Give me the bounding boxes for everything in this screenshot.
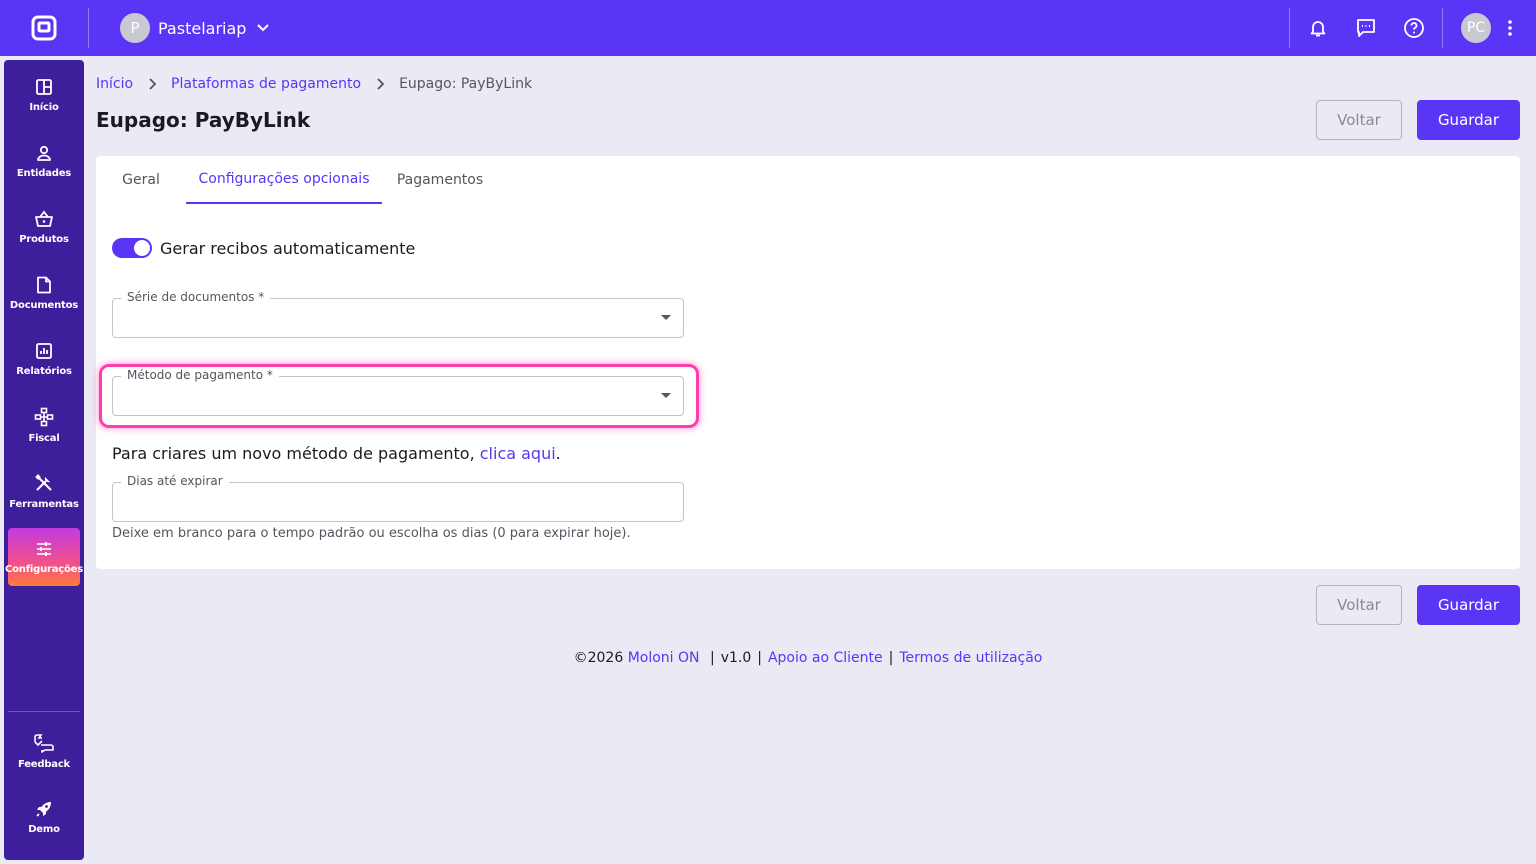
sidebar-divider (8, 711, 80, 712)
sidebar-item-relatorios[interactable]: Relatórios (8, 330, 80, 388)
basket-icon (35, 210, 53, 227)
company-selector[interactable]: P Pastelariap (120, 12, 270, 44)
user-avatar[interactable]: PC (1461, 13, 1491, 43)
sidebar-item-label: Ferramentas (9, 498, 79, 510)
new-method-text: Para criares um novo método de pagamento… (112, 444, 480, 463)
sidebar-item-label: Relatórios (16, 365, 72, 377)
settings-card: Geral Configurações opcionais Pagamentos… (96, 156, 1520, 569)
toggle-knob (134, 240, 150, 256)
rocket-icon (36, 801, 51, 817)
breadcrumb-parent-link[interactable]: Plataformas de pagamento (171, 76, 361, 92)
sidebar-item-label: Feedback (17, 758, 71, 770)
sidebar-item-fiscal[interactable]: Fiscal (8, 396, 80, 454)
sliders-icon (37, 541, 51, 556)
hierarchy-icon (34, 407, 54, 426)
help-icon[interactable] (1400, 14, 1428, 42)
tools-icon (35, 473, 52, 491)
sidebar-item-entidades[interactable]: Entidades (8, 132, 80, 190)
days-to-expire-input[interactable]: Dias até expirar (112, 474, 684, 522)
footer-support-link[interactable]: Apoio ao Cliente (768, 650, 883, 666)
kebab-menu-icon[interactable] (1500, 14, 1520, 42)
topbar-divider (88, 8, 89, 48)
footer-separator: | (709, 650, 715, 666)
sidebar-item-feedback[interactable]: Feedback (8, 722, 80, 780)
payment-method-select[interactable]: Método de pagamento * (112, 368, 684, 416)
document-series-label: Série de documentos * (121, 290, 271, 304)
auto-receipts-row: Gerar recibos automaticamente (112, 236, 415, 260)
new-method-link[interactable]: clica aqui (480, 444, 556, 463)
tab-geral[interactable]: Geral (110, 156, 172, 204)
sidebar-item-ferramentas[interactable]: Ferramentas (8, 462, 80, 520)
sidebar-item-documentos[interactable]: Documentos (8, 264, 80, 322)
footer-brand-link[interactable]: Moloni ON (628, 650, 700, 666)
days-hint: Deixe em branco para o tempo padrão ou e… (112, 526, 631, 541)
sidebar-item-label: Demo (28, 823, 60, 835)
sidebar-item-label: Início (29, 101, 59, 113)
back-button[interactable]: Voltar (1316, 100, 1402, 140)
chevron-right-icon (147, 78, 157, 90)
topbar-divider (1289, 8, 1290, 48)
top-bar: P Pastelariap PC (0, 0, 1536, 56)
footer-separator: | (888, 650, 894, 666)
breadcrumb-home-link[interactable]: Início (96, 76, 133, 92)
back-button-bottom[interactable]: Voltar (1316, 585, 1402, 625)
footer-version: v1.0 (720, 650, 752, 666)
sidebar-item-label: Documentos (9, 299, 79, 311)
person-icon (37, 145, 51, 161)
sidebar-item-label: Configurações (5, 563, 83, 575)
document-icon (37, 276, 51, 293)
company-avatar: P (120, 13, 150, 43)
breadcrumb-current: Eupago: PayByLink (399, 76, 533, 92)
chart-icon (36, 342, 52, 359)
tab-bar: Geral Configurações opcionais Pagamentos (96, 156, 1520, 204)
document-series-select[interactable]: Série de documentos * (112, 290, 684, 338)
dropdown-arrow-icon (661, 315, 671, 320)
chat-icon[interactable] (1352, 14, 1380, 42)
sidebar-item-label: Produtos (19, 233, 69, 245)
footer-terms-link[interactable]: Termos de utilização (899, 650, 1042, 666)
sidebar-item-label: Fiscal (28, 432, 60, 444)
dropdown-arrow-icon (661, 393, 671, 398)
sidebar: Início Entidades Produtos Documentos Rel… (4, 60, 84, 860)
save-button[interactable]: Guardar (1417, 100, 1520, 140)
app-logo-icon[interactable] (28, 12, 60, 44)
sidebar-item-inicio[interactable]: Início (8, 66, 80, 124)
sidebar-item-demo[interactable]: Demo (8, 788, 80, 846)
new-method-info: Para criares um novo método de pagamento… (112, 444, 561, 463)
auto-receipts-toggle[interactable] (112, 238, 152, 258)
new-method-suffix: . (555, 444, 561, 463)
footer-separator: | (757, 650, 762, 666)
footer-copyright: ©2026 (573, 650, 624, 666)
chevron-down-icon (256, 21, 270, 35)
breadcrumb: Início Plataformas de pagamento Eupago: … (96, 74, 532, 94)
payment-method-label: Método de pagamento * (121, 368, 279, 382)
tab-configuracoes-opcionais[interactable]: Configurações opcionais (186, 156, 382, 204)
company-name: Pastelariap (158, 18, 247, 38)
dashboard-icon (36, 78, 52, 95)
auto-receipts-label: Gerar recibos automaticamente (160, 238, 416, 258)
page-title: Eupago: PayByLink (96, 108, 311, 132)
days-to-expire-label: Dias até expirar (121, 474, 229, 488)
footer: ©2026 Moloni ON | v1.0 | Apoio ao Cliente | T… (0, 650, 1536, 666)
sidebar-item-configuracoes[interactable]: Configurações (5, 528, 83, 586)
chevron-right-icon (375, 78, 385, 90)
sidebar-item-produtos[interactable]: Produtos (8, 198, 80, 256)
feedback-icon (34, 733, 54, 753)
topbar-divider (1442, 8, 1443, 48)
sidebar-item-label: Entidades (16, 167, 72, 179)
save-button-bottom[interactable]: Guardar (1417, 585, 1520, 625)
tab-pagamentos[interactable]: Pagamentos (388, 156, 492, 204)
bell-icon[interactable] (1304, 14, 1332, 42)
